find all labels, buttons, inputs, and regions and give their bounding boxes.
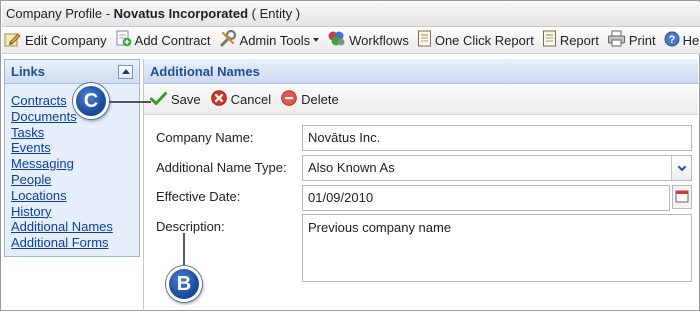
name-type-label: Additional Name Type: bbox=[156, 160, 287, 175]
save-button[interactable]: Save bbox=[150, 91, 201, 109]
cancel-button[interactable]: Cancel bbox=[210, 90, 272, 109]
section-header: Additional Names bbox=[144, 59, 698, 84]
add-contract-icon bbox=[115, 30, 132, 50]
report-icon bbox=[542, 30, 557, 50]
sidebar-link-events[interactable]: Events bbox=[11, 140, 139, 156]
help-menu[interactable]: ? Help bbox=[664, 31, 700, 50]
sidebar-link-history[interactable]: History bbox=[11, 204, 139, 220]
company-name-label: Company Name: bbox=[156, 130, 254, 145]
add-contract-label: Add Contract bbox=[134, 32, 211, 48]
company-name-value: Novātus Inc. bbox=[308, 130, 381, 145]
report-button[interactable]: Report bbox=[542, 30, 599, 50]
description-value: Previous company name bbox=[308, 220, 452, 235]
cancel-label: Cancel bbox=[230, 92, 272, 107]
links-panel-title: Links bbox=[11, 64, 45, 79]
cancel-icon bbox=[210, 90, 227, 109]
sidebar-link-documents[interactable]: Documents bbox=[11, 109, 139, 125]
sidebar-link-additional-names[interactable]: Additional Names bbox=[11, 219, 139, 235]
title-company-name: Novatus Incorporated bbox=[113, 6, 249, 21]
name-type-value: Also Known As bbox=[308, 160, 395, 175]
delete-icon bbox=[281, 90, 297, 109]
help-icon: ? bbox=[664, 31, 680, 50]
description-textarea[interactable]: Previous company name bbox=[302, 214, 692, 282]
edit-company-icon bbox=[4, 31, 22, 50]
sidebar-link-additional-forms[interactable]: Additional Forms bbox=[11, 235, 139, 251]
save-label: Save bbox=[171, 92, 201, 107]
dropdown-button[interactable] bbox=[671, 156, 691, 180]
help-label: Help bbox=[682, 32, 700, 48]
chevron-up-icon bbox=[121, 69, 130, 74]
name-type-select[interactable]: Also Known As bbox=[302, 155, 692, 181]
print-label: Print bbox=[628, 32, 656, 48]
callout-b-line bbox=[183, 233, 185, 269]
description-label: Description: bbox=[156, 219, 225, 234]
links-panel-header: Links bbox=[5, 60, 139, 84]
workflows-icon bbox=[327, 30, 346, 50]
report-icon bbox=[417, 30, 432, 50]
admin-tools-menu[interactable]: Admin Tools bbox=[219, 29, 320, 50]
one-click-report-button[interactable]: One Click Report bbox=[417, 30, 534, 50]
callout-b-marker: B bbox=[166, 266, 202, 302]
delete-label: Delete bbox=[301, 92, 339, 107]
collapse-panel-button[interactable] bbox=[118, 64, 133, 79]
calendar-icon bbox=[672, 185, 692, 209]
svg-text:?: ? bbox=[668, 34, 675, 46]
workflows-button[interactable]: Workflows bbox=[327, 30, 409, 50]
effective-date-field[interactable]: 01/09/2010 bbox=[302, 185, 670, 211]
title-suffix: ( Entity ) bbox=[251, 6, 301, 21]
sidebar-link-people[interactable]: People bbox=[11, 172, 139, 188]
chevron-down-icon bbox=[677, 162, 686, 171]
window-title: Company Profile - Novatus Incorporated (… bbox=[2, 2, 700, 27]
title-prefix: Company Profile - bbox=[6, 6, 111, 21]
callout-c-label: C bbox=[83, 89, 99, 112]
effective-date-label: Effective Date: bbox=[156, 189, 241, 204]
sidebar-link-locations[interactable]: Locations bbox=[11, 188, 139, 204]
callout-b-label: B bbox=[176, 272, 192, 295]
checkmark-icon bbox=[150, 91, 167, 109]
admin-tools-icon bbox=[219, 29, 237, 50]
admin-tools-label: Admin Tools bbox=[239, 32, 311, 48]
calendar-button[interactable] bbox=[672, 185, 692, 209]
one-click-report-label: One Click Report bbox=[434, 32, 534, 48]
edit-company-label: Edit Company bbox=[25, 32, 107, 48]
action-bar: Save Cancel Delete bbox=[144, 85, 698, 115]
add-contract-button[interactable]: Add Contract bbox=[115, 30, 211, 50]
print-icon bbox=[607, 30, 626, 50]
print-button[interactable]: Print bbox=[607, 30, 656, 50]
workflows-label: Workflows bbox=[349, 32, 409, 48]
links-list: Contracts Documents Tasks Events Messagi… bbox=[5, 84, 139, 251]
chevron-down-icon bbox=[313, 38, 320, 42]
app-window: Company Profile - Novatus Incorporated (… bbox=[0, 0, 700, 311]
sidebar-link-messaging[interactable]: Messaging bbox=[11, 156, 139, 172]
report-label: Report bbox=[559, 32, 599, 48]
sidebar-link-tasks[interactable]: Tasks bbox=[11, 125, 139, 141]
company-name-field[interactable]: Novātus Inc. bbox=[302, 125, 692, 151]
section-title: Additional Names bbox=[150, 64, 260, 79]
main-toolbar: Edit Company Add Contract Admin Tools Wo… bbox=[2, 27, 700, 54]
links-sidebar: Links Contracts Documents Tasks Events M… bbox=[4, 59, 140, 257]
edit-company-button[interactable]: Edit Company bbox=[4, 31, 107, 50]
callout-c-marker: C bbox=[73, 83, 109, 119]
delete-button[interactable]: Delete bbox=[281, 90, 339, 109]
effective-date-value: 01/09/2010 bbox=[308, 190, 374, 205]
